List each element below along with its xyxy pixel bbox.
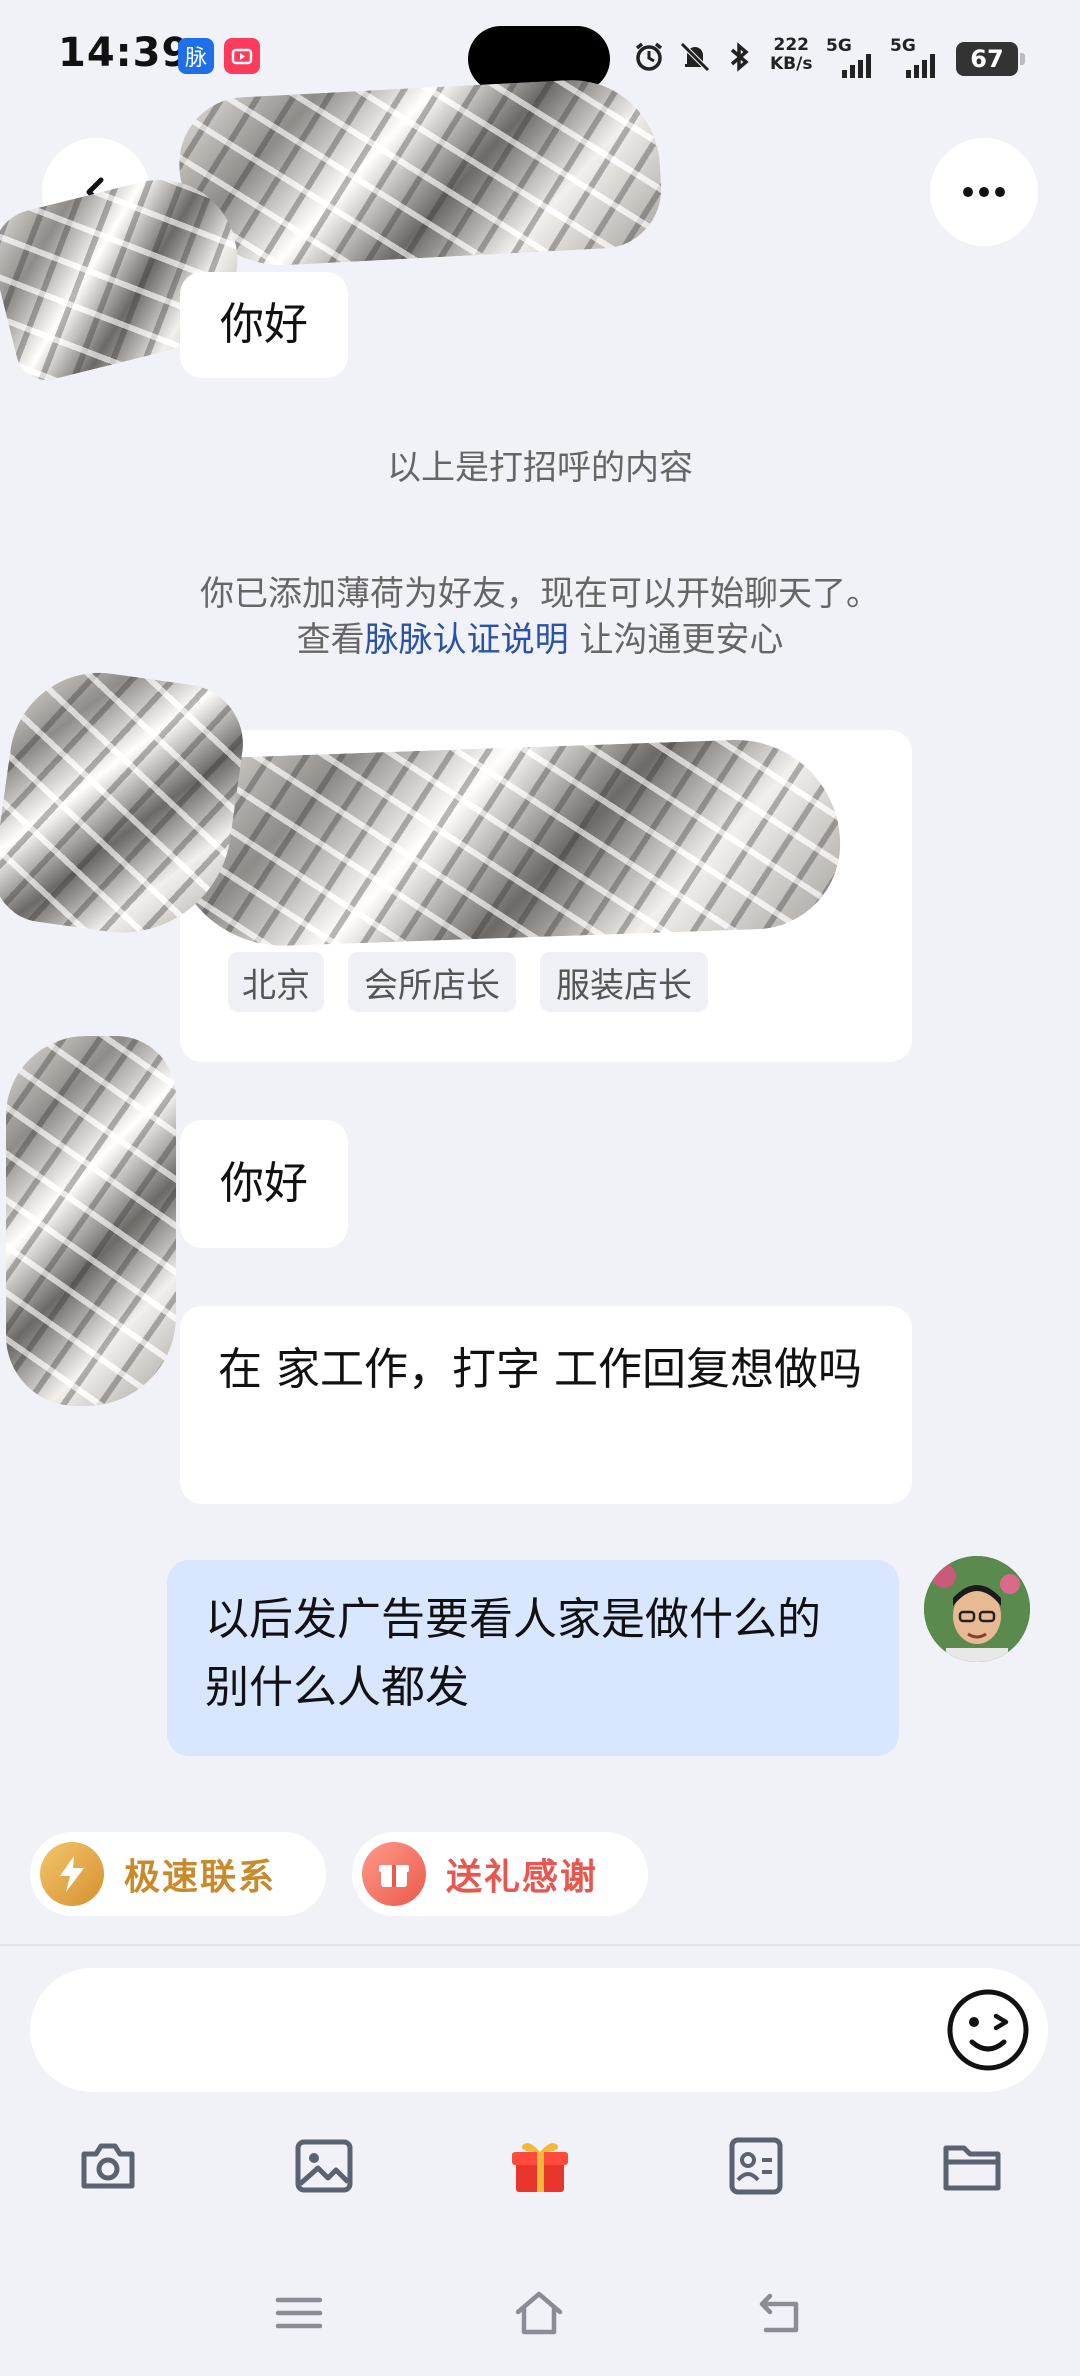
profile-tag: 服装店长 xyxy=(540,952,708,1012)
friend-added-notice: 你已添加薄荷为好友，现在可以开始聊天了。 xyxy=(200,574,880,614)
verify-notice: 查看脉脉认证说明 让沟通更安心 xyxy=(296,620,784,660)
image-icon[interactable] xyxy=(292,2134,356,2198)
lightning-icon xyxy=(40,1842,104,1906)
camera-icon[interactable] xyxy=(76,2134,140,2198)
battery-indicator: 67 xyxy=(956,42,1025,76)
gift-thanks-label: 送礼感谢 xyxy=(446,1857,599,1898)
my-avatar[interactable] xyxy=(924,1556,1030,1662)
gift-box-icon xyxy=(362,1842,426,1906)
maimai-app-badge-icon: 脉 xyxy=(178,38,214,74)
signal-2: 5G xyxy=(890,36,935,78)
redacted-avatar xyxy=(6,1036,176,1406)
signal-bars-icon xyxy=(906,54,935,78)
wink-emoji-icon xyxy=(947,1989,1029,2071)
signal-bars-icon xyxy=(842,54,871,78)
folder-icon[interactable] xyxy=(940,2134,1004,2198)
status-time: 14:39 xyxy=(58,30,191,76)
video-app-badge-icon xyxy=(224,38,260,74)
bluetooth-icon xyxy=(730,42,749,72)
signal-1: 5G xyxy=(826,36,871,78)
more-dots-icon xyxy=(963,187,1005,197)
redacted-profile-info xyxy=(166,736,844,950)
emoji-button[interactable] xyxy=(944,1986,1032,2074)
mute-icon xyxy=(680,42,710,72)
fast-contact-button[interactable]: 极速联系 xyxy=(30,1832,326,1916)
message-bubble[interactable]: 你好 xyxy=(180,1120,348,1248)
more-button[interactable] xyxy=(930,138,1038,246)
message-bubble[interactable]: 在 家工作，打字 工作回复想做吗 xyxy=(180,1306,912,1504)
verify-link[interactable]: 脉脉认证说明 xyxy=(365,620,569,660)
redacted-contact-name xyxy=(175,75,665,271)
profile-tag: 会所店长 xyxy=(348,952,516,1012)
message-bubble[interactable]: 你好 xyxy=(180,272,348,378)
fast-contact-label: 极速联系 xyxy=(124,1857,277,1898)
greeting-hint: 以上是打招呼的内容 xyxy=(387,448,693,488)
profile-tag: 北京 xyxy=(228,952,324,1012)
message-input[interactable] xyxy=(30,1968,1048,2092)
alarm-icon xyxy=(635,42,663,71)
my-message-bubble[interactable]: 以后发广告要看人家是做什么的 别什么人都发 xyxy=(167,1560,899,1756)
divider xyxy=(0,1944,1080,1946)
gift-icon[interactable] xyxy=(508,2134,572,2198)
net-speed: 222 KB/s xyxy=(770,35,813,74)
home-icon[interactable] xyxy=(512,2286,566,2340)
gift-thanks-button[interactable]: 送礼感谢 xyxy=(352,1832,648,1916)
menu-icon[interactable] xyxy=(272,2286,326,2340)
contact-card-icon[interactable] xyxy=(724,2134,788,2198)
back-nav-icon[interactable] xyxy=(752,2286,806,2340)
